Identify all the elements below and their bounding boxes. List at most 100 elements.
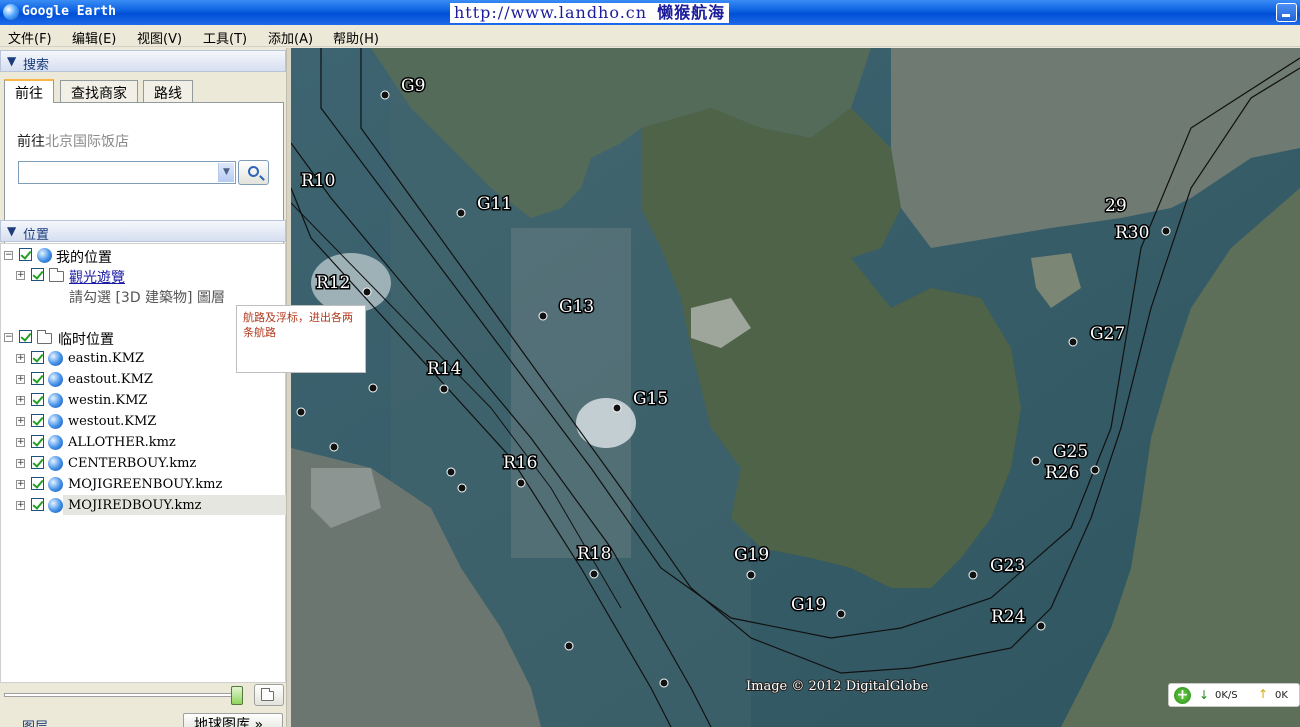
checkbox-file[interactable] — [31, 414, 44, 427]
expand-icon[interactable]: + — [16, 271, 25, 280]
imagery-attribution: Image © 2012 DigitalGlobe — [746, 679, 929, 694]
file-label: eastin.KMZ — [68, 351, 145, 366]
tour-folder-label[interactable]: 觀光遊覽 — [69, 267, 125, 287]
minimize-button[interactable] — [1276, 3, 1297, 22]
buoy-label: G27 — [1090, 324, 1125, 344]
tree-row-tour-hint: 請勾選 [3D 建築物] 圖層 — [1, 286, 287, 306]
upload-arrow-icon: ↑ — [1258, 687, 1269, 701]
menu-tools[interactable]: 工具(T) — [203, 28, 247, 47]
menu-edit[interactable]: 编辑(E) — [72, 28, 116, 47]
buoy-marker[interactable]: 29 — [1104, 195, 1129, 218]
tab-directions[interactable]: 路线 — [143, 80, 193, 102]
checkbox-my-places[interactable] — [19, 248, 32, 261]
tab-find-business[interactable]: 查找商家 — [60, 80, 138, 102]
search-icon — [248, 166, 259, 177]
file-label: CENTERBOUY.kmz — [68, 456, 197, 471]
goto-prefix: 前往 — [17, 134, 45, 150]
tree-row-file[interactable]: + CENTERBOUY.kmz — [1, 454, 287, 474]
watermark: http://www.landho.cn 懒猴航海 — [450, 3, 730, 23]
checkbox-file[interactable] — [31, 351, 44, 364]
tab-goto[interactable]: 前往 — [4, 79, 54, 103]
folder-view-button[interactable] — [254, 684, 284, 706]
opacity-slider-thumb[interactable] — [231, 686, 243, 705]
buoy-label: G23 — [990, 556, 1025, 576]
menu-view[interactable]: 视图(V) — [137, 28, 182, 47]
my-places-label: 我的位置 — [56, 250, 112, 266]
expand-icon[interactable]: + — [16, 396, 25, 405]
checkbox-temp-places[interactable] — [19, 330, 32, 343]
buoy-label: R16 — [503, 453, 537, 473]
checkbox-file[interactable] — [31, 477, 44, 490]
search-input[interactable]: ▼ — [18, 161, 236, 184]
expand-icon[interactable]: + — [16, 480, 25, 489]
menu-file[interactable]: 文件(F) — [8, 28, 52, 47]
buoy-marker[interactable] — [457, 483, 467, 493]
plus-icon[interactable]: + — [1174, 687, 1191, 704]
globe-icon — [48, 435, 63, 450]
window-title: Google Earth — [22, 4, 116, 19]
collapse-icon[interactable]: − — [4, 333, 13, 342]
tree-row-file[interactable]: + eastout.KMZ — [1, 370, 287, 390]
opacity-slider-track[interactable] — [4, 693, 240, 697]
buoy-label: R30 — [1115, 223, 1149, 243]
layers-panel-title[interactable]: 图层 — [22, 716, 48, 727]
upload-rate: 0K — [1275, 690, 1288, 701]
buoy-marker[interactable] — [659, 678, 669, 688]
checkbox-file[interactable] — [31, 393, 44, 406]
expand-icon[interactable]: + — [16, 417, 25, 426]
expand-icon[interactable]: + — [16, 375, 25, 384]
satellite-imagery: G9 R10 G11 R12 G13 R14 G15 R16 R18 G19 G… — [291, 48, 1300, 727]
expand-icon[interactable]: + — [16, 354, 25, 363]
map-view[interactable]: G9 R10 G11 R12 G13 R14 G15 R16 R18 G19 G… — [291, 48, 1300, 727]
buoy-label: G19 — [791, 595, 826, 615]
places-panel-title: 位置 — [23, 228, 50, 243]
watermark-url: http://www.landho.cn — [454, 3, 648, 22]
tree-row-file[interactable]: + MOJIGREENBOUY.kmz — [1, 475, 287, 495]
checkbox-file[interactable] — [31, 372, 44, 385]
download-arrow-icon: ↓ — [1199, 688, 1210, 702]
tree-row-file[interactable]: + westout.KMZ — [1, 412, 287, 432]
search-button[interactable] — [238, 160, 269, 185]
buoy-marker[interactable] — [446, 467, 456, 477]
menu-add[interactable]: 添加(A) — [268, 28, 313, 47]
places-panel-header[interactable]: ▼ 位置 — [0, 220, 286, 243]
tree-row-file[interactable]: + westin.KMZ — [1, 391, 287, 411]
expand-icon[interactable]: + — [16, 501, 25, 510]
buoy-label: R14 — [427, 359, 461, 379]
checkbox-file[interactable] — [31, 498, 44, 511]
cloud — [576, 398, 636, 448]
collapse-icon[interactable]: − — [4, 251, 13, 260]
checkbox-file[interactable] — [31, 435, 44, 448]
file-label: eastout.KMZ — [68, 372, 153, 387]
tree-row-file[interactable]: + ALLOTHER.kmz — [1, 433, 287, 453]
file-label: ALLOTHER.kmz — [68, 435, 176, 450]
expand-icon[interactable]: + — [16, 438, 25, 447]
buoy-marker[interactable] — [564, 641, 574, 651]
buoy-marker[interactable] — [296, 407, 306, 417]
checkbox-file[interactable] — [31, 456, 44, 469]
tree-row-tour-folder[interactable]: + 觀光遊覽 — [1, 266, 287, 286]
expand-icon[interactable]: + — [16, 459, 25, 468]
buoy-label: 29 — [1105, 196, 1127, 216]
buoy-label: G15 — [633, 389, 668, 409]
buoy-label: G9 — [401, 76, 425, 96]
file-label: MOJIREDBOUY.kmz — [68, 498, 202, 513]
sidebar: ▼ 搜索 前往 查找商家 路线 前往北京国际饭店 ▼ ▼ 位置 − 我的位置 +… — [0, 48, 290, 727]
buoy-label: G19 — [734, 545, 769, 565]
chevron-down-icon[interactable]: ▼ — [218, 163, 234, 182]
tree-row-file-selected[interactable]: + MOJIREDBOUY.kmz — [1, 496, 287, 516]
tree-row-my-places[interactable]: − 我的位置 — [1, 246, 287, 266]
search-panel-header[interactable]: ▼ 搜索 — [0, 50, 286, 73]
buoy-marker[interactable]: R10 — [300, 170, 337, 193]
watermark-text: 懒猴航海 — [657, 3, 726, 22]
earth-gallery-button[interactable]: 地球图库 » — [183, 713, 283, 727]
buoy-marker[interactable] — [329, 442, 339, 452]
menu-help[interactable]: 帮助(H) — [333, 28, 379, 47]
globe-icon — [48, 372, 63, 387]
buoy-label: G13 — [559, 297, 594, 317]
buoy-marker[interactable] — [368, 383, 378, 393]
globe-icon — [48, 393, 63, 408]
checkbox-tour-folder[interactable] — [31, 268, 44, 281]
tour-hint-label: 請勾選 [3D 建築物] 圖層 — [69, 290, 225, 306]
file-label: MOJIGREENBOUY.kmz — [68, 477, 223, 492]
